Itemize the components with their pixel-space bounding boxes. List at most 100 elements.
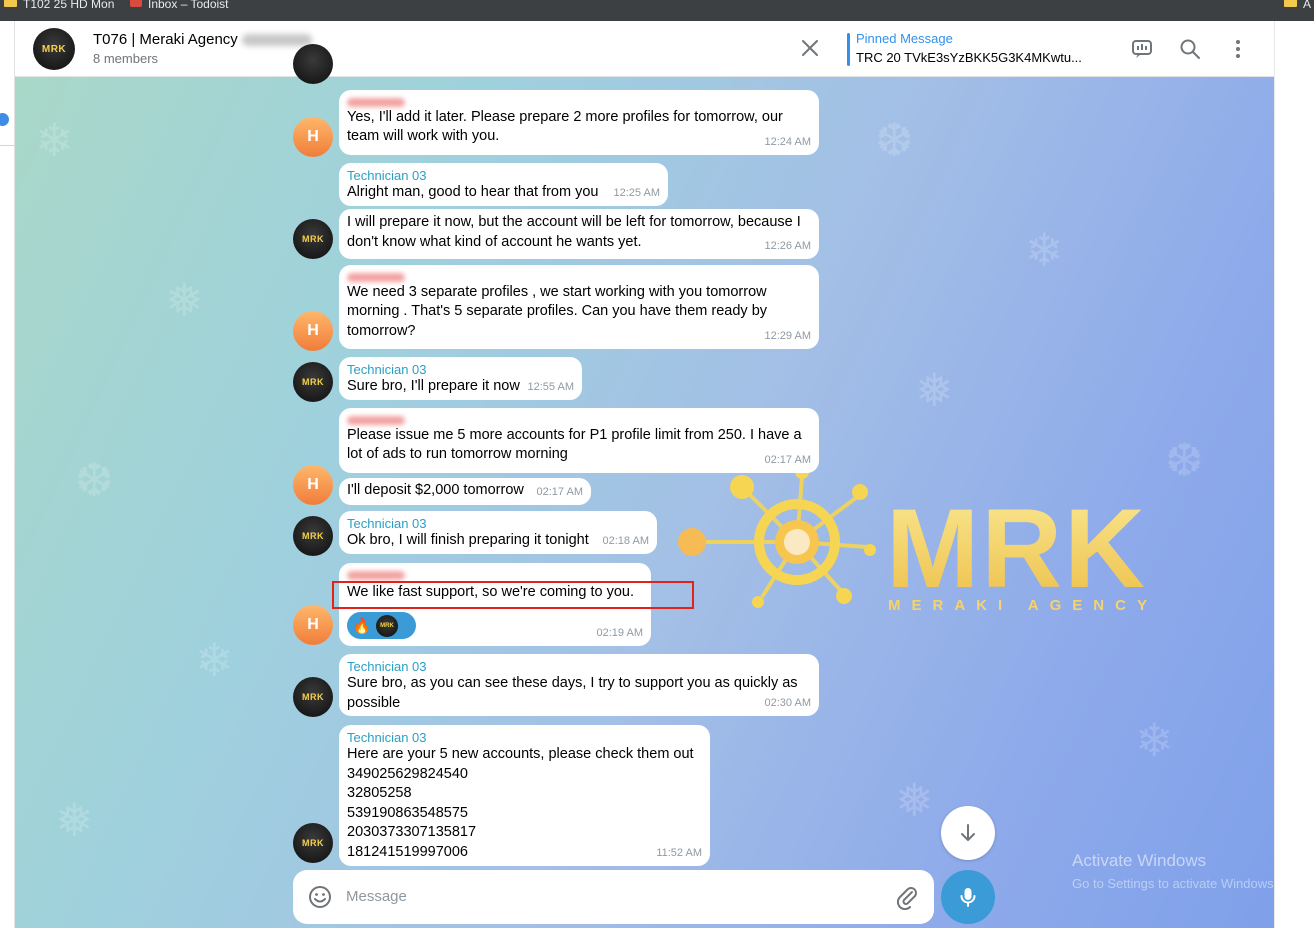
snowflake-pattern-icon: ❆: [1165, 434, 1204, 486]
watermark-title: MRK: [886, 486, 1148, 611]
redacted-sender: [347, 98, 405, 107]
bookmark-label: Inbox – Todoist: [148, 0, 229, 8]
pinned-label[interactable]: Pinned Message: [856, 31, 953, 46]
sender-name[interactable]: Technician 03: [347, 730, 702, 745]
bookmark-item[interactable]: T102 25 HD Mon: [4, 0, 114, 8]
sender-name[interactable]: Technician 03: [347, 659, 811, 674]
group-avatar[interactable]: MRK: [33, 28, 75, 70]
message-time: 02:17 AM: [764, 453, 811, 466]
message-bubble: Please issue me 5 more accounts for P1 p…: [339, 408, 819, 473]
message-time: 12:25 AM: [613, 186, 660, 199]
bookmark-item[interactable]: Inbox – Todoist: [130, 0, 229, 8]
snowflake-pattern-icon: ❅: [915, 364, 954, 416]
sender-avatar[interactable]: MRK: [293, 362, 333, 402]
account-number: 181241519997006: [347, 843, 468, 860]
bookmarks-bar: T102 25 HD Mon Inbox – Todoist A: [0, 0, 1314, 21]
search-icon[interactable]: [1178, 37, 1202, 61]
redacted-sender: [347, 416, 405, 425]
live-stream-icon[interactable]: [1130, 37, 1154, 61]
message-bubble: I will prepare it now, but the account w…: [339, 209, 819, 259]
message-input[interactable]: [346, 884, 866, 908]
message-bubble: Yes, I'll add it later. Please prepare 2…: [339, 90, 819, 155]
snowflake-pattern-icon: ❄: [1025, 224, 1064, 276]
close-icon[interactable]: [799, 37, 821, 59]
message-bubble: I'll deposit $2,000 tomorrow 02:17 AM: [339, 478, 591, 505]
emoji-icon[interactable]: [307, 884, 333, 910]
message-time: 12:26 AM: [764, 239, 811, 252]
bookmark-item[interactable]: A: [1284, 0, 1311, 8]
sender-name[interactable]: Technician 03: [347, 362, 574, 377]
sender-name[interactable]: Technician 03: [347, 516, 649, 531]
message-bubble: Technician 03 Here are your 5 new accoun…: [339, 725, 710, 866]
message-text: Here are your 5 new accounts, please che…: [347, 746, 694, 762]
message-time: 02:18 AM: [602, 534, 649, 547]
message-text: We need 3 separate profiles , we start w…: [347, 283, 768, 339]
pinned-indicator: [847, 33, 850, 66]
sender-avatar[interactable]: [293, 44, 333, 84]
redacted-text: [241, 34, 312, 47]
message-bubble: Technician 03 Sure bro, I'll prepare it …: [339, 357, 582, 400]
snowflake-pattern-icon: ❅: [895, 774, 934, 826]
bookmark-label: T102 25 HD Mon: [23, 0, 115, 8]
bookmark-label: A: [1303, 0, 1312, 8]
sender-avatar[interactable]: MRK: [293, 219, 333, 259]
more-options-icon[interactable]: [1226, 37, 1250, 61]
os-activation-hint: Go to Settings to activate Windows.: [1072, 876, 1278, 891]
message-bubble: Technician 03 Alright man, good to hear …: [339, 163, 668, 206]
snowflake-pattern-icon: ❅: [165, 274, 204, 326]
sender-avatar[interactable]: H: [293, 117, 333, 157]
snowflake-pattern-icon: ❄: [35, 114, 74, 166]
account-number: 2030373307135817: [347, 824, 477, 840]
snowflake-pattern-icon: ❄: [195, 634, 234, 686]
sender-avatar[interactable]: MRK: [293, 823, 333, 863]
sender-avatar[interactable]: H: [293, 605, 333, 645]
attach-paperclip-icon[interactable]: [894, 884, 920, 910]
account-number: 539190863548575: [347, 804, 468, 821]
folder-icon: [1284, 0, 1297, 7]
voice-message-button[interactable]: [941, 870, 995, 924]
redacted-sender: [347, 273, 405, 282]
sender-avatar[interactable]: H: [293, 311, 333, 351]
member-count: 8 members: [93, 51, 159, 66]
sender-avatar[interactable]: H: [293, 465, 333, 505]
redacted-sender: [347, 571, 405, 580]
account-number: 32805258: [347, 785, 412, 801]
snowflake-pattern-icon: ❆: [75, 454, 114, 506]
fire-reaction-icon[interactable]: 🔥: [351, 615, 373, 637]
message-time: 12:55 AM: [527, 380, 574, 393]
sender-name[interactable]: Technician 03: [347, 168, 660, 183]
annotation-highlight-box: [332, 581, 694, 609]
scroll-to-bottom-button[interactable]: [941, 806, 995, 860]
sun-logo-icon: [678, 465, 876, 608]
message-time: 02:19 AM: [596, 626, 643, 639]
message-time: 02:17 AM: [536, 485, 583, 498]
avatar-label: MRK: [302, 838, 324, 848]
message-text: Yes, I'll add it later. Please prepare 2…: [347, 108, 783, 145]
message-composer: [293, 870, 934, 924]
account-number: 349025629824540: [347, 765, 468, 782]
avatar-label: MRK: [41, 43, 67, 55]
message-text: I will prepare it now, but the account w…: [347, 214, 801, 250]
os-activation-watermark: Activate Windows: [1072, 851, 1207, 870]
snowflake-pattern-icon: ❄: [1135, 714, 1174, 766]
message-bubble: We need 3 separate profiles , we start w…: [339, 265, 819, 349]
arrow-down-icon: [961, 824, 975, 841]
chat-header: MRK T076 | Meraki Agency 8 members Pinne…: [15, 21, 1274, 77]
chat-title-text: T076 | Meraki Agency: [93, 31, 238, 48]
snowflake-pattern-icon: ❅: [55, 794, 94, 846]
message-text: Please issue me 5 more accounts for P1 p…: [347, 426, 802, 463]
unread-badge: [0, 113, 9, 126]
avatar-label: MRK: [380, 622, 394, 629]
microphone-icon: [960, 888, 976, 907]
pinned-message-text[interactable]: TRC 20 TVkE3sYzBKK5G3K4MKwtu...: [856, 50, 1096, 65]
sender-avatar[interactable]: MRK: [293, 677, 333, 717]
message-text: Sure bro, as you can see these days, I t…: [347, 675, 798, 711]
chat-title[interactable]: T076 | Meraki Agency: [93, 31, 312, 48]
avatar-label: MRK: [302, 234, 324, 244]
sender-avatar[interactable]: MRK: [293, 516, 333, 556]
reaction-bar[interactable]: 🔥 MRK: [347, 612, 416, 639]
snowflake-pattern-icon: ❆: [875, 114, 914, 166]
reactor-avatar: MRK: [376, 614, 398, 637]
message-time: 12:24 AM: [764, 135, 811, 148]
avatar-label: MRK: [302, 692, 324, 702]
